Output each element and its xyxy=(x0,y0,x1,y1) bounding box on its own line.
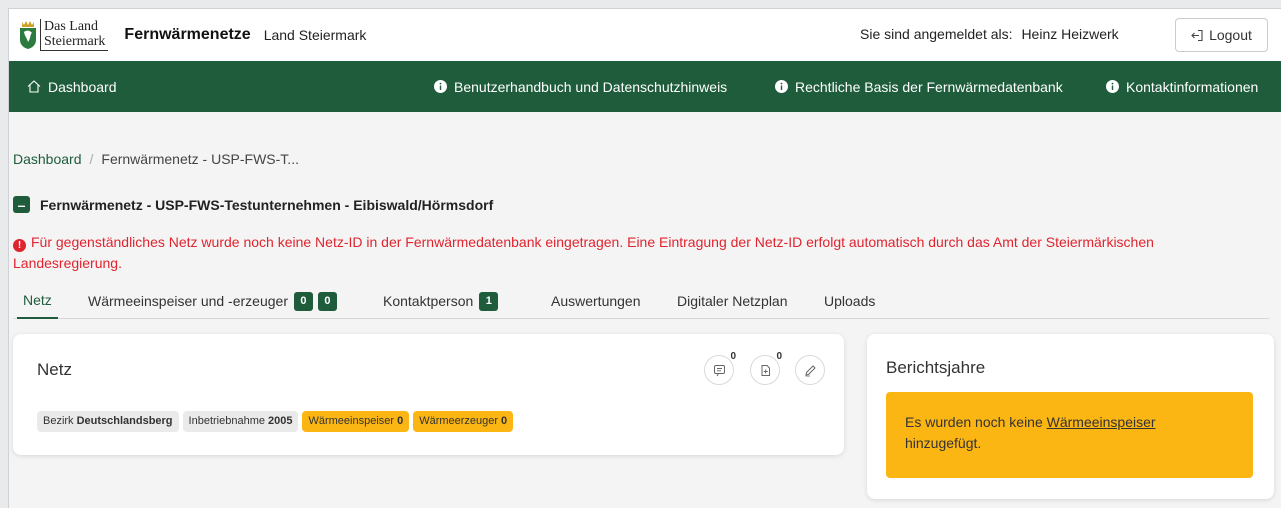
chip-key: Inbetriebnahme xyxy=(188,415,265,427)
user-info: Sie sind angemeldet als: Heinz Heizwerk xyxy=(860,26,1119,42)
logout-label: Logout xyxy=(1209,27,1252,43)
net-card-title: Netz xyxy=(37,360,72,379)
comments-button[interactable]: 0 xyxy=(704,351,736,385)
nav-manual-label: Benutzerhandbuch und Datenschutzhinweis xyxy=(454,78,728,95)
chip-waermeerzeuger: Wärmeerzeuger 0 xyxy=(413,411,514,432)
tab-digitaler-netzplan[interactable]: Digitaler Netzplan xyxy=(677,283,788,319)
chip-bezirk: Bezirk Deutschlandsberg xyxy=(37,411,179,432)
tab-label: Kontaktperson xyxy=(383,293,474,309)
logo-line-1: Das Land xyxy=(44,19,99,34)
tab-label: Netz xyxy=(23,292,52,308)
chip-key: Bezirk xyxy=(43,415,74,427)
nav-dashboard-label: Dashboard xyxy=(48,78,117,95)
breadcrumb-home[interactable]: Dashboard xyxy=(13,151,82,167)
edit-button[interactable] xyxy=(795,355,825,385)
header: Das Land Steiermark Fernwärmenetze Land … xyxy=(9,9,1281,61)
breadcrumb-current: Fernwärmenetz - USP-FWS-T... xyxy=(101,151,299,167)
logo-text: Das Land Steiermark xyxy=(40,19,109,51)
missing-id-alert: ! Für gegenständliches Netz wurde noch ke… xyxy=(13,232,1263,274)
comments-count: 0 xyxy=(730,351,736,362)
nav-dashboard[interactable]: Dashboard xyxy=(27,61,117,112)
count-badge: 0 xyxy=(317,291,337,311)
files-count: 0 xyxy=(776,351,782,362)
tab-bar: Netz Wärmeeinspeiser und -erzeuger 0 0 K… xyxy=(13,283,1269,319)
logo-line-2: Steiermark xyxy=(44,34,106,49)
nav-legal[interactable]: Rechtliche Basis der Fernwärmedatenbank xyxy=(775,61,1063,112)
report-years-title: Berichtsjahre xyxy=(886,358,986,377)
coat-of-arms-icon xyxy=(20,21,36,49)
info-icon xyxy=(1106,80,1119,93)
net-chips: Bezirk Deutschlandsberg Inbetriebnahme 200… xyxy=(37,411,517,432)
files-button[interactable]: 0 xyxy=(750,351,782,385)
info-icon xyxy=(434,80,447,93)
tab-uploads[interactable]: Uploads xyxy=(824,283,875,319)
net-card: Netz 0 0 Bezirk Deutschlandsberg Inbetri… xyxy=(13,334,844,455)
breadcrumb: Dashboard / Fernwärmenetz - USP-FWS-T... xyxy=(13,151,299,167)
tab-netz[interactable]: Netz xyxy=(17,283,58,319)
tab-label: Auswertungen xyxy=(551,293,641,309)
nav-contact[interactable]: Kontaktinformationen xyxy=(1106,61,1258,112)
app-subtitle: Land Steiermark xyxy=(263,27,367,43)
file-add-icon xyxy=(761,364,770,376)
waermeeinspeiser-link[interactable]: Wärmeeinspeiser xyxy=(1047,414,1156,430)
chip-value: 0 xyxy=(397,415,404,427)
info-icon xyxy=(775,80,788,93)
tab-auswertungen[interactable]: Auswertungen xyxy=(551,283,641,319)
no-feeders-notice: Es wurden noch keine Wärmeeinspeiser hin… xyxy=(886,392,1253,478)
app-frame: Das Land Steiermark Fernwärmenetze Land … xyxy=(8,8,1281,508)
alert-text: Für gegenständliches Netz wurde noch kei… xyxy=(13,234,1154,271)
count-badge: 1 xyxy=(479,291,499,311)
net-title-row: – Fernwärmenetz - USP-FWS-Testunternehme… xyxy=(13,196,493,213)
tab-kontaktperson[interactable]: Kontaktperson 1 xyxy=(383,283,499,319)
tab-label: Wärmeeinspeiser und -erzeuger xyxy=(88,293,288,309)
report-years-card: Berichtsjahre Es wurden noch keine Wärme… xyxy=(867,334,1274,499)
chip-value: 0 xyxy=(501,415,508,427)
logo[interactable]: Das Land Steiermark xyxy=(19,16,109,54)
tab-label: Digitaler Netzplan xyxy=(677,293,788,309)
chip-value: Deutschlandsberg xyxy=(76,415,173,427)
chip-key: Wärmeeinspeiser xyxy=(308,415,395,427)
tab-waermeeinspeiser[interactable]: Wärmeeinspeiser und -erzeuger 0 0 xyxy=(88,283,337,319)
user-prefix: Sie sind angemeldet als: xyxy=(860,26,1013,42)
edit-icon xyxy=(804,364,816,376)
chip-waermeeinspeiser: Wärmeeinspeiser 0 xyxy=(302,411,410,432)
notice-text-before: Es wurden noch keine xyxy=(905,414,1047,430)
home-icon xyxy=(27,80,41,93)
comment-icon xyxy=(713,364,725,376)
app-title[interactable]: Fernwärmenetze xyxy=(124,26,250,44)
count-badge: 0 xyxy=(293,291,313,311)
alert-icon: ! xyxy=(13,239,26,252)
collapse-button[interactable]: – xyxy=(13,196,30,213)
logout-icon xyxy=(1191,29,1203,41)
chip-key: Wärmeerzeuger xyxy=(419,415,499,427)
tab-label: Uploads xyxy=(824,293,876,309)
chip-value: 2005 xyxy=(267,415,293,427)
page-title: Fernwärmenetz - USP-FWS-Testunternehmen … xyxy=(40,196,494,213)
main-nav: Dashboard Benutzerhandbuch und Datenschu… xyxy=(9,61,1281,112)
nav-legal-label: Rechtliche Basis der Fernwärmedatenbank xyxy=(795,78,1063,95)
nav-contact-label: Kontaktinformationen xyxy=(1126,78,1259,95)
user-name: Heinz Heizwerk xyxy=(1021,26,1119,42)
nav-manual[interactable]: Benutzerhandbuch und Datenschutzhinweis xyxy=(434,61,727,112)
breadcrumb-separator: / xyxy=(89,151,94,167)
logout-button[interactable]: Logout xyxy=(1175,18,1268,52)
chip-inbetriebnahme: Inbetriebnahme 2005 xyxy=(182,411,299,432)
notice-text-after: hinzugefügt. xyxy=(905,435,982,451)
